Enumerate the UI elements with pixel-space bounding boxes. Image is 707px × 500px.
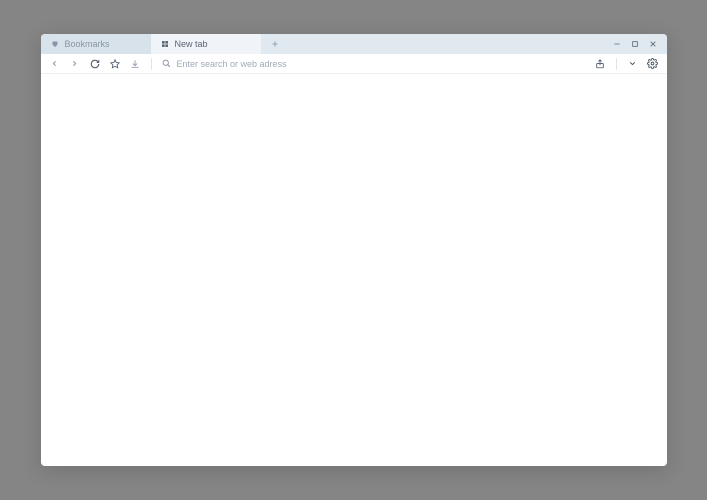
chevron-down-button[interactable] xyxy=(627,58,639,70)
toolbar-right-group xyxy=(594,58,659,70)
window-controls xyxy=(603,34,667,54)
settings-button[interactable] xyxy=(647,58,659,70)
tab-label: Bookmarks xyxy=(65,39,110,49)
address-bar xyxy=(162,59,586,69)
minimize-button[interactable] xyxy=(611,38,623,50)
maximize-button[interactable] xyxy=(629,38,641,50)
toolbar-divider xyxy=(151,58,152,70)
download-button[interactable] xyxy=(129,58,141,70)
tab-bar: Bookmarks New tab xyxy=(41,34,667,54)
toolbar-divider-right xyxy=(616,58,617,70)
search-icon xyxy=(162,59,171,68)
browser-window: Bookmarks New tab xyxy=(41,34,667,466)
bookmark-star-button[interactable] xyxy=(109,58,121,70)
forward-button[interactable] xyxy=(69,58,81,70)
back-button[interactable] xyxy=(49,58,61,70)
page-content xyxy=(41,74,667,466)
toolbar xyxy=(41,54,667,74)
close-button[interactable] xyxy=(647,38,659,50)
tab-new-tab[interactable]: New tab xyxy=(151,34,261,54)
tab-spacer xyxy=(261,34,603,54)
share-button[interactable] xyxy=(594,58,606,70)
new-tab-button[interactable] xyxy=(265,34,285,54)
reload-button[interactable] xyxy=(89,58,101,70)
nav-group xyxy=(49,58,141,70)
address-input[interactable] xyxy=(177,59,586,69)
heart-icon xyxy=(51,40,59,48)
tab-bookmarks[interactable]: Bookmarks xyxy=(41,34,151,54)
tab-label: New tab xyxy=(175,39,208,49)
grid-icon xyxy=(161,40,169,48)
